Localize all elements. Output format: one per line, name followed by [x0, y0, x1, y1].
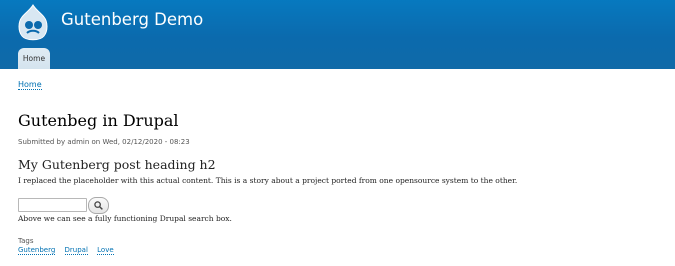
drupal-logo-icon[interactable] — [17, 4, 49, 44]
post-heading: My Gutenberg post heading h2 — [18, 157, 216, 172]
site-header: Gutenberg Demo Home — [0, 0, 675, 69]
submitted-by-text: Submitted by admin on Wed, 02/12/2020 - … — [18, 138, 190, 146]
tags-list: Gutenberg Drupal Love — [18, 246, 121, 255]
post-paragraph: I replaced the placeholder with this act… — [18, 176, 518, 185]
page-title: Gutenbeg in Drupal — [18, 111, 179, 130]
search-input[interactable] — [18, 198, 87, 212]
search-button[interactable] — [88, 197, 109, 214]
tags-label: Tags — [18, 237, 34, 245]
breadcrumb-home-link[interactable]: Home — [18, 80, 42, 90]
tag-link-love[interactable]: Love — [97, 246, 114, 255]
search-caption: Above we can see a fully functioning Dru… — [18, 214, 232, 223]
tag-link-gutenberg[interactable]: Gutenberg — [18, 246, 56, 255]
tag-link-drupal[interactable]: Drupal — [64, 246, 88, 255]
site-name[interactable]: Gutenberg Demo — [61, 10, 203, 29]
tab-home[interactable]: Home — [18, 48, 50, 69]
breadcrumb: Home — [18, 80, 42, 90]
search-icon — [94, 201, 103, 210]
